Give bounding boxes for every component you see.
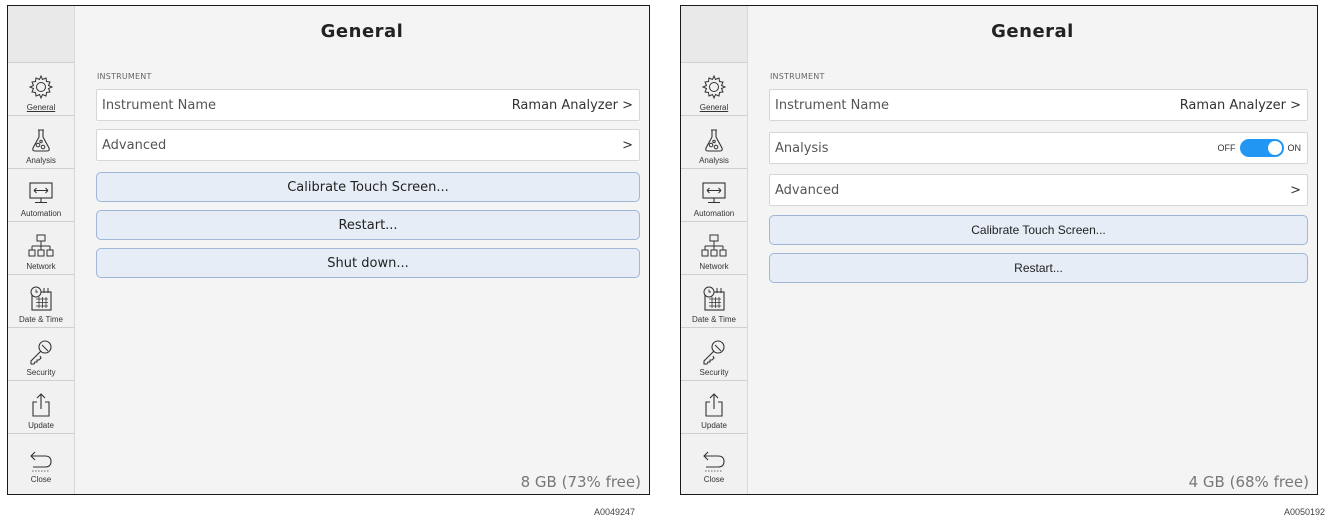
sidebar-item-label: Close xyxy=(703,475,725,484)
sidebar-item-security[interactable]: Security xyxy=(8,328,74,381)
sidebar-item-general[interactable]: General xyxy=(681,63,747,116)
sidebar-item-update[interactable]: Update xyxy=(8,381,74,434)
sidebar-item-automation[interactable]: Automation xyxy=(681,169,747,222)
monitor-arrows-icon xyxy=(27,179,55,207)
network-icon xyxy=(700,232,728,260)
instrument-name-value: Raman Analyzer > xyxy=(1179,97,1301,113)
figure-id-right: A0050192 xyxy=(1284,507,1326,517)
gear-icon xyxy=(27,73,55,101)
monitor-arrows-icon xyxy=(700,179,728,207)
key-icon xyxy=(27,338,55,366)
figure-id-left: A0049247 xyxy=(594,507,636,517)
network-icon xyxy=(27,232,55,260)
gear-icon xyxy=(700,73,728,101)
sidebar-item-network[interactable]: Network xyxy=(8,222,74,275)
toggle-knob xyxy=(1267,141,1282,155)
instrument-name-row[interactable]: Instrument Name Raman Analyzer > xyxy=(96,89,640,121)
advanced-label: Advanced xyxy=(102,137,167,153)
analysis-row: Analysis OFF ON xyxy=(769,132,1308,164)
shut-down-button[interactable]: Shut down... xyxy=(96,248,640,278)
share-upload-icon xyxy=(700,391,728,419)
sidebar-item-update[interactable]: Update xyxy=(681,381,747,434)
analysis-toggle[interactable]: OFF ON xyxy=(1217,139,1302,157)
section-label: INSTRUMENT xyxy=(97,72,152,81)
sidebar-item-close[interactable]: Close xyxy=(681,434,747,487)
sidebar-item-label: Automation xyxy=(693,209,735,218)
flask-icon xyxy=(700,126,728,154)
sidebar-item-analysis[interactable]: Analysis xyxy=(8,116,74,169)
instrument-name-label: Instrument Name xyxy=(775,97,890,113)
sidebar-item-label: Date & Time xyxy=(691,315,736,324)
calendar-clock-icon xyxy=(700,285,728,313)
toggle-off-label: OFF xyxy=(1217,143,1236,153)
advanced-row[interactable]: Advanced > xyxy=(96,129,640,161)
sidebar-item-label: Date & Time xyxy=(18,315,63,324)
sidebar-item-label: Close xyxy=(30,475,52,484)
instrument-name-label: Instrument Name xyxy=(102,97,217,113)
advanced-row[interactable]: Advanced > xyxy=(769,174,1308,206)
chevron-right-icon: > xyxy=(622,137,633,153)
storage-status: 4 GB (68% free) xyxy=(1188,473,1309,491)
sidebar-item-label: Update xyxy=(28,421,54,430)
restart-button[interactable]: Restart... xyxy=(769,253,1308,283)
instrument-name-row[interactable]: Instrument Name Raman Analyzer > xyxy=(769,89,1308,121)
sidebar-item-label: Network xyxy=(699,262,729,271)
sidebar-item-label: Security xyxy=(26,368,56,377)
flask-icon xyxy=(27,126,55,154)
main-content: General INSTRUMENT Instrument Name Raman… xyxy=(748,6,1317,494)
storage-status: 8 GB (73% free) xyxy=(520,473,641,491)
sidebar-item-security[interactable]: Security xyxy=(681,328,747,381)
page-title: General xyxy=(320,21,404,42)
advanced-label: Advanced xyxy=(775,182,840,198)
sidebar-item-general[interactable]: General xyxy=(8,63,74,116)
settings-screen-right: General Analysis Automation Network Date… xyxy=(680,5,1318,495)
back-arrow-icon xyxy=(27,445,55,473)
main-content: General INSTRUMENT Instrument Name Raman… xyxy=(75,6,649,494)
sidebar-item-label: Security xyxy=(699,368,729,377)
sidebar-item-date-time[interactable]: Date & Time xyxy=(681,275,747,328)
sidebar-header xyxy=(8,6,74,63)
sidebar-item-label: General xyxy=(699,103,729,112)
toggle-on-label: ON xyxy=(1287,143,1302,153)
sidebar-item-label: Network xyxy=(26,262,56,271)
sidebar-item-close[interactable]: Close xyxy=(8,434,74,487)
sidebar-item-analysis[interactable]: Analysis xyxy=(681,116,747,169)
share-upload-icon xyxy=(27,391,55,419)
calibrate-touch-screen-button[interactable]: Calibrate Touch Screen... xyxy=(769,215,1308,245)
analysis-label: Analysis xyxy=(775,140,829,156)
sidebar: General Analysis Automation Network Date… xyxy=(8,6,75,494)
page-title: General xyxy=(991,21,1074,42)
sidebar-item-automation[interactable]: Automation xyxy=(8,169,74,222)
settings-screen-left: General Analysis Automation Network Date… xyxy=(7,5,650,495)
sidebar: General Analysis Automation Network Date… xyxy=(681,6,748,494)
sidebar-item-date-time[interactable]: Date & Time xyxy=(8,275,74,328)
calendar-clock-icon xyxy=(27,285,55,313)
calibrate-touch-screen-button[interactable]: Calibrate Touch Screen... xyxy=(96,172,640,202)
sidebar-item-label: Analysis xyxy=(699,156,729,165)
toggle-switch[interactable] xyxy=(1239,139,1284,157)
chevron-right-icon: > xyxy=(1290,182,1301,198)
sidebar-item-label: Automation xyxy=(20,209,62,218)
restart-button[interactable]: Restart... xyxy=(96,210,640,240)
sidebar-item-label: General xyxy=(26,103,56,112)
instrument-name-value: Raman Analyzer > xyxy=(511,97,633,113)
sidebar-header xyxy=(681,6,747,63)
back-arrow-icon xyxy=(700,445,728,473)
sidebar-item-network[interactable]: Network xyxy=(681,222,747,275)
sidebar-item-label: Analysis xyxy=(26,156,56,165)
key-icon xyxy=(700,338,728,366)
section-label: INSTRUMENT xyxy=(770,72,825,81)
sidebar-item-label: Update xyxy=(701,421,727,430)
